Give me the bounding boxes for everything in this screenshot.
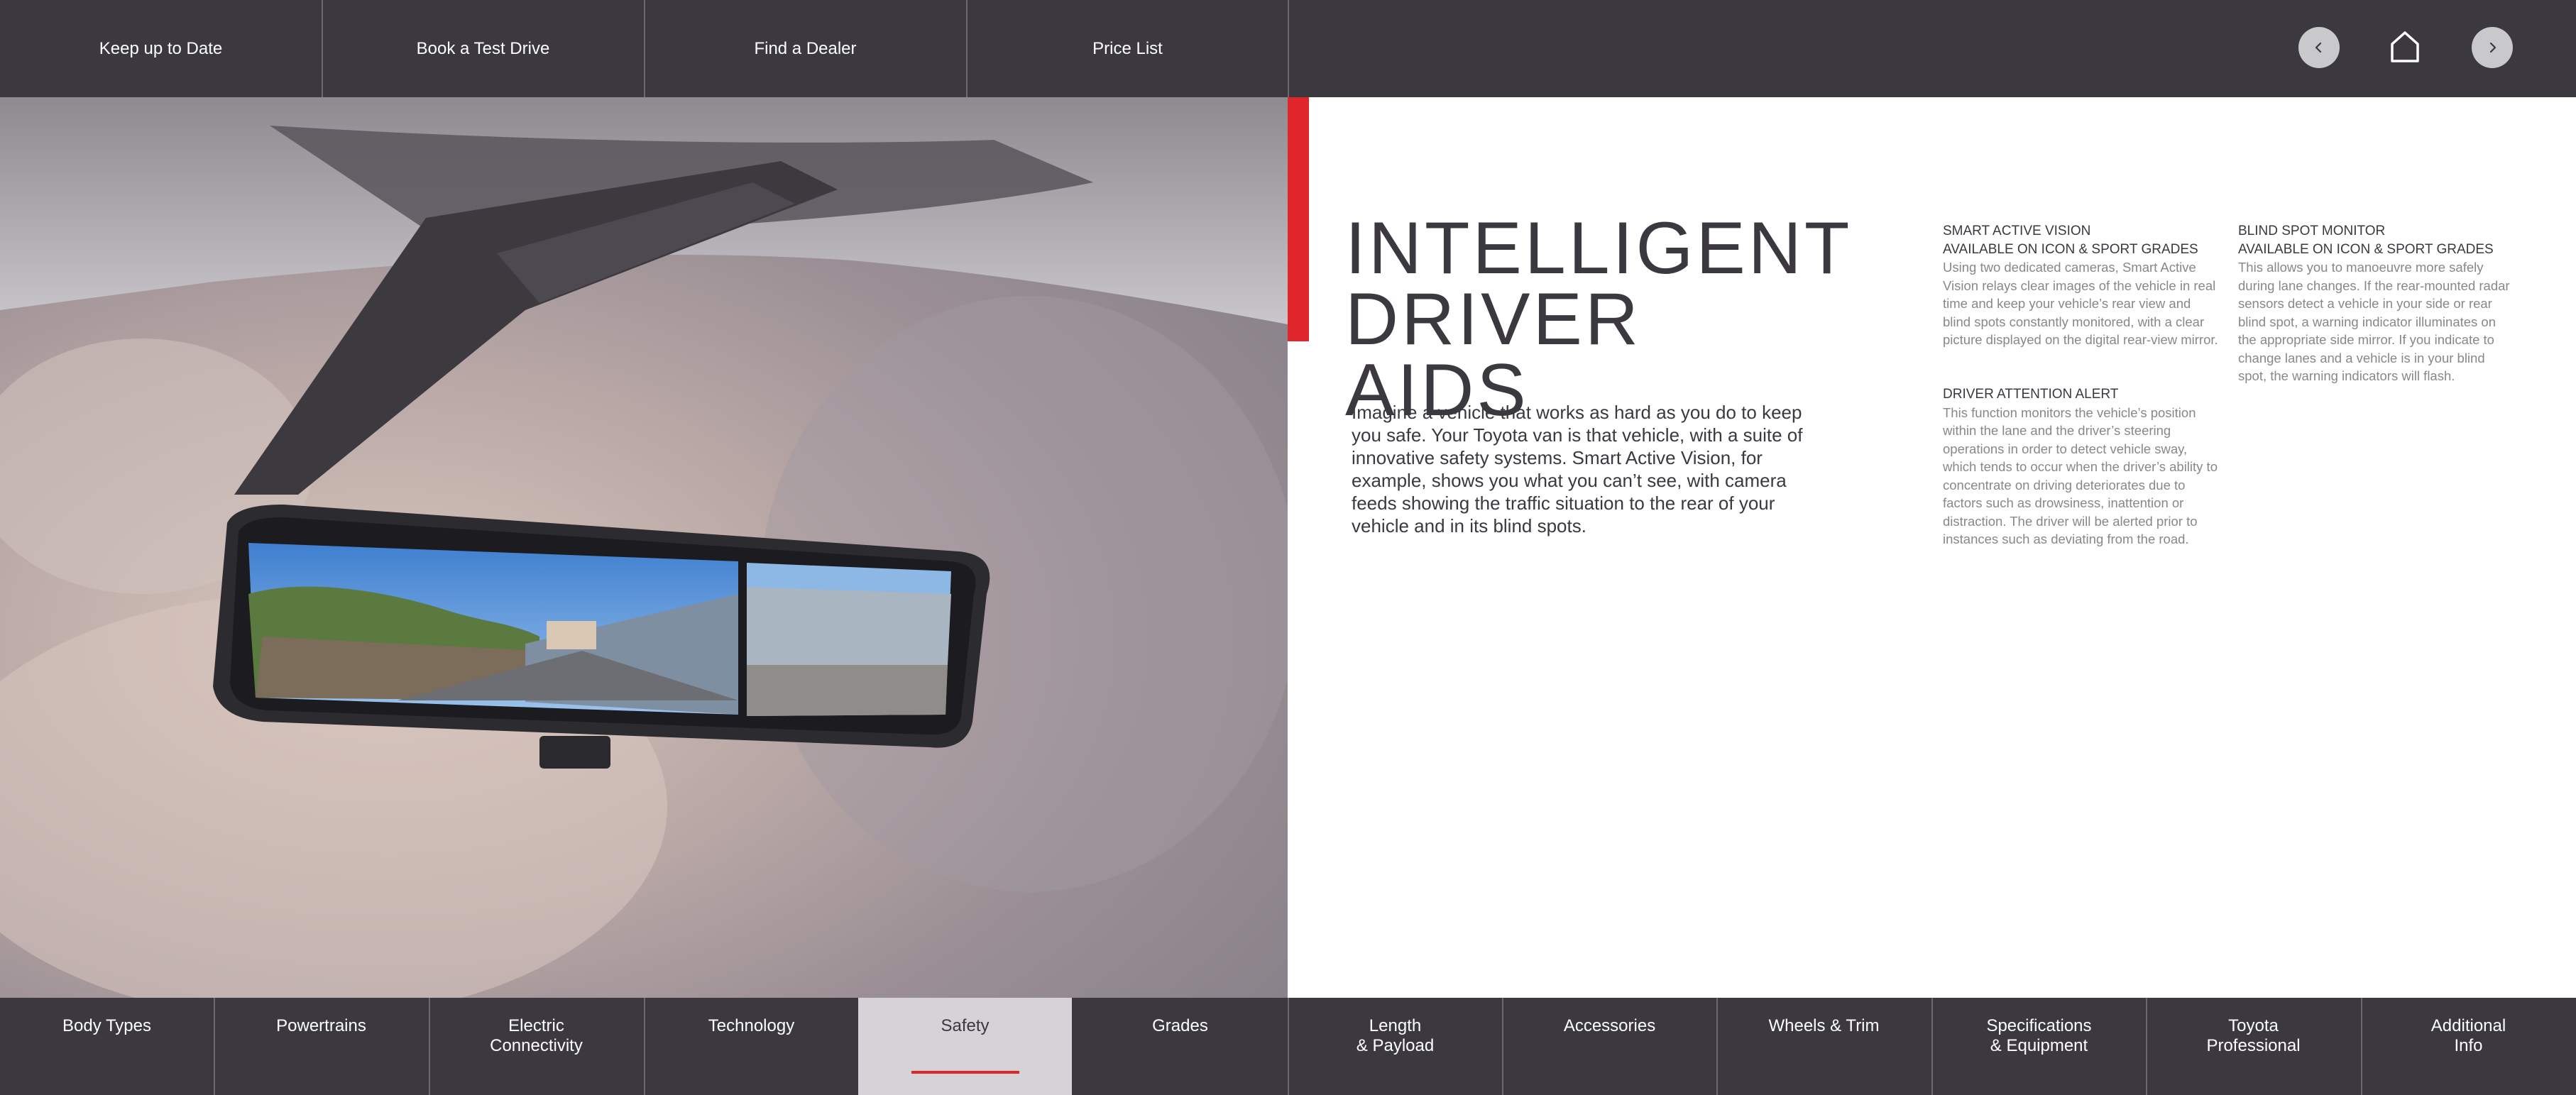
nav-tab-label-line2: & Payload bbox=[1356, 1036, 1435, 1055]
chevron-right-icon bbox=[2489, 42, 2496, 53]
nav-tab-additional-info[interactable]: Additional Info bbox=[2362, 998, 2575, 1095]
feature-blind-spot-monitor: BLIND SPOT MONITOR AVAILABLE ON ICON & S… bbox=[2238, 222, 2511, 385]
price-list-link[interactable]: Price List bbox=[967, 0, 1288, 97]
nav-tab-toyota-professional[interactable]: Toyota Professional bbox=[2147, 998, 2360, 1095]
nav-tab-label: Wheels & Trim bbox=[1768, 1016, 1880, 1035]
feature-body: This allows you to manoeuvre more safely… bbox=[2238, 260, 2510, 383]
rear-view-mirror-photo bbox=[0, 97, 1288, 998]
feature-body: Using two dedicated cameras, Smart Activ… bbox=[1943, 260, 2218, 347]
nav-tab-label: Safety bbox=[941, 1016, 990, 1035]
mirror-illustration bbox=[0, 97, 1288, 998]
home-button[interactable] bbox=[2384, 26, 2426, 68]
book-test-drive-link[interactable]: Book a Test Drive bbox=[322, 0, 644, 97]
nav-tab-label-line2: & Equipment bbox=[1990, 1036, 2088, 1055]
page-title: INTELLIGENT DRIVER AIDS bbox=[1345, 207, 1853, 427]
nav-tab-powertrains[interactable]: Powertrains bbox=[214, 998, 428, 1095]
top-navigation-bar: Keep up to Date Book a Test Drive Find a… bbox=[0, 0, 2576, 97]
feature-heading: BLIND SPOT MONITOR bbox=[2238, 224, 2386, 238]
nav-tab-specifications-equipment[interactable]: Specifications & Equipment bbox=[1932, 998, 2146, 1095]
accent-red-bar bbox=[1288, 97, 1309, 341]
nav-tab-length-payload[interactable]: Length & Payload bbox=[1288, 998, 1502, 1095]
intro-paragraph: Imagine a vehicle that works as hard as … bbox=[1352, 402, 1803, 537]
next-page-button[interactable] bbox=[2472, 27, 2513, 68]
nav-tab-label-line2: Connectivity bbox=[490, 1036, 583, 1055]
nav-tab-label: Body Types bbox=[62, 1016, 151, 1035]
feature-body: This function monitors the vehicle’s pos… bbox=[1943, 405, 2218, 547]
nav-tab-label: Technology bbox=[708, 1016, 795, 1035]
title-line-1: INTELLIGENT bbox=[1345, 207, 1853, 290]
feature-availability: AVAILABLE ON ICON & SPORT GRADES bbox=[2238, 241, 2494, 257]
feature-heading: DRIVER ATTENTION ALERT bbox=[1943, 387, 2119, 402]
nav-tab-safety[interactable]: Safety bbox=[858, 998, 1072, 1095]
divider bbox=[1288, 0, 1289, 97]
nav-tab-label: Accessories bbox=[1563, 1016, 1656, 1035]
nav-tab-label: Toyota bbox=[2228, 1016, 2279, 1035]
keep-up-to-date-link[interactable]: Keep up to Date bbox=[0, 0, 322, 97]
nav-tab-label: Electric bbox=[508, 1016, 564, 1035]
nav-tab-label-line2: Info bbox=[2454, 1036, 2483, 1055]
chevron-left-icon bbox=[2315, 42, 2322, 53]
section-navigation-bar: Body Types Powertrains Electric Connecti… bbox=[0, 998, 2576, 1095]
nav-tab-electric-connectivity[interactable]: Electric Connectivity bbox=[429, 998, 643, 1095]
nav-tab-wheels-trim[interactable]: Wheels & Trim bbox=[1717, 998, 1931, 1095]
nav-tab-body-types[interactable]: Body Types bbox=[0, 998, 214, 1095]
nav-tab-label: Grades bbox=[1152, 1016, 1208, 1035]
nav-tab-label: Length bbox=[1369, 1016, 1422, 1035]
nav-tab-label-line2: Professional bbox=[2206, 1036, 2301, 1055]
home-icon bbox=[2391, 31, 2419, 62]
feature-heading: SMART ACTIVE VISION bbox=[1943, 224, 2091, 238]
nav-tab-technology[interactable]: Technology bbox=[645, 998, 858, 1095]
nav-tab-label: Specifications bbox=[1986, 1016, 2092, 1035]
feature-driver-attention-alert: DRIVER ATTENTION ALERT This function mon… bbox=[1943, 385, 2220, 549]
nav-tab-label: Additional bbox=[2430, 1016, 2506, 1035]
feature-smart-active-vision: SMART ACTIVE VISION AVAILABLE ON ICON & … bbox=[1943, 222, 2220, 349]
nav-tab-accessories[interactable]: Accessories bbox=[1503, 998, 1716, 1095]
nav-tab-grades[interactable]: Grades bbox=[1073, 998, 1287, 1095]
active-tab-indicator bbox=[911, 1071, 1019, 1074]
brochure-page: Keep up to Date Book a Test Drive Find a… bbox=[0, 0, 2576, 1095]
nav-tab-label: Powertrains bbox=[276, 1016, 366, 1035]
find-dealer-link[interactable]: Find a Dealer bbox=[645, 0, 966, 97]
feature-availability: AVAILABLE ON ICON & SPORT GRADES bbox=[1943, 241, 2198, 257]
previous-page-button[interactable] bbox=[2298, 27, 2340, 68]
